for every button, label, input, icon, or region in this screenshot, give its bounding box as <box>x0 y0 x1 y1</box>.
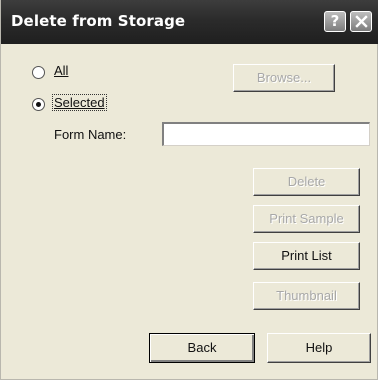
form-name-input[interactable] <box>162 122 370 146</box>
radio-all-text: All <box>54 63 69 78</box>
close-icon <box>354 15 368 28</box>
help-title-button[interactable]: ? <box>324 11 346 32</box>
print-sample-button[interactable]: Print Sample <box>253 205 360 233</box>
radio-selected[interactable] <box>32 98 45 111</box>
radio-all[interactable] <box>32 66 45 79</box>
radio-selected-text: Selected <box>54 95 105 110</box>
window-title: Delete from Storage <box>11 12 186 30</box>
form-name-label: Form Name: <box>54 127 127 142</box>
radio-selected-label[interactable]: Selected <box>52 94 107 111</box>
browse-button[interactable]: Browse... <box>233 64 335 92</box>
title-bar[interactable]: Delete from Storage ? <box>1 0 378 44</box>
delete-from-storage-dialog: Delete from Storage ? All Selected Form … <box>0 0 378 380</box>
back-button[interactable]: Back <box>149 333 255 363</box>
thumbnail-button[interactable]: Thumbnail <box>253 282 360 310</box>
delete-button[interactable]: Delete <box>253 168 360 196</box>
radio-all-label[interactable]: All <box>54 63 68 78</box>
help-button[interactable]: Help <box>267 333 371 363</box>
close-button[interactable] <box>350 11 372 32</box>
print-list-button[interactable]: Print List <box>253 242 360 270</box>
question-mark-icon: ? <box>330 12 340 30</box>
